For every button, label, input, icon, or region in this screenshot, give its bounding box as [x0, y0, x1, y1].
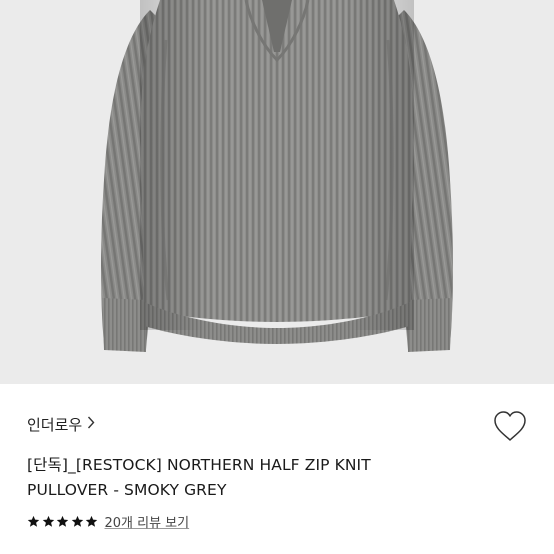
product-image[interactable]: [0, 0, 554, 384]
star-filled-icon: [56, 515, 69, 527]
star-rating: [27, 515, 100, 528]
star-filled-icon: [42, 515, 54, 527]
heart-outline-icon: [491, 411, 529, 448]
wishlist-button[interactable]: [491, 408, 529, 444]
star-filled-icon: [85, 515, 98, 527]
brand-name: 인더로우: [27, 416, 83, 434]
product-info: 인더로우 [단독]_[RESTOCK] NORTHERN HALF ZIP KN…: [0, 384, 554, 554]
star-filled-icon: [71, 515, 83, 527]
chevron-right-icon: [87, 416, 95, 433]
sweater-illustration: [101, 0, 453, 352]
product-title-line-2: PULLOVER - SMOKY GREY: [27, 480, 227, 499]
review-link[interactable]: 20개 리뷰 보기: [105, 512, 190, 531]
product-title-line-1: [단독]_[RESTOCK] NORTHERN HALF ZIP KNIT: [27, 456, 371, 474]
product-title: [단독]_[RESTOCK] NORTHERN HALF ZIP KNIT PU…: [27, 453, 447, 502]
star-filled-icon: [27, 515, 40, 527]
brand-link[interactable]: 인더로우: [27, 414, 95, 435]
rating-row: 20개 리뷰 보기: [27, 512, 189, 531]
cut-off-content: [27, 546, 157, 554]
